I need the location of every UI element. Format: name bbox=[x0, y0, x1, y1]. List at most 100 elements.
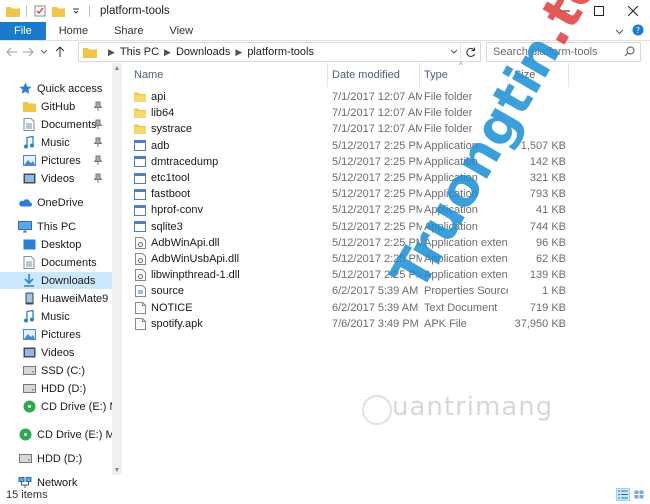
nav-item-downloads[interactable]: Downloads bbox=[0, 272, 112, 289]
videos-icon bbox=[22, 346, 36, 360]
file-row[interactable]: AdbWinUsbApi.dll 5/12/2017 2:25 PM Applica… bbox=[128, 251, 568, 267]
nav-item-music[interactable]: Music bbox=[0, 134, 112, 151]
column-header-name[interactable]: Name bbox=[134, 63, 326, 87]
nav-item-hdd-d[interactable]: HDD (D:) bbox=[0, 380, 112, 397]
nav-item-pc-pictures[interactable]: Pictures bbox=[0, 326, 112, 343]
file-row[interactable]: api 7/1/2017 12:07 AM File folder bbox=[128, 89, 568, 105]
pin-icon[interactable] bbox=[93, 119, 103, 132]
tab-home[interactable]: Home bbox=[46, 22, 101, 40]
customize-toolbar-icon[interactable] bbox=[69, 5, 83, 17]
help-icon[interactable]: ? bbox=[632, 24, 644, 39]
chevron-down-icon[interactable] bbox=[615, 26, 624, 38]
file-date: 5/12/2017 2:25 PM bbox=[332, 253, 422, 265]
breadcrumb-this-pc[interactable]: This PC bbox=[120, 46, 159, 58]
file-size bbox=[512, 121, 566, 137]
folder-icon bbox=[134, 91, 146, 103]
file-row[interactable]: lib64 7/1/2017 12:07 AM File folder bbox=[128, 105, 568, 121]
new-folder-icon[interactable] bbox=[51, 5, 65, 17]
refresh-icon[interactable] bbox=[460, 43, 480, 61]
nav-item-cd-drive[interactable]: CD Drive (E:) My C bbox=[0, 398, 112, 415]
file-row[interactable]: etc1tool 5/12/2017 2:25 PM Application 321 … bbox=[128, 170, 568, 186]
phone-icon bbox=[22, 292, 36, 306]
file-size: 139 KB bbox=[529, 269, 566, 282]
nav-item-pc-videos[interactable]: Videos bbox=[0, 344, 112, 361]
file-row[interactable]: spotify.apk 7/6/2017 3:49 PM APK File 37,95… bbox=[128, 316, 568, 332]
details-view-icon[interactable] bbox=[616, 488, 630, 501]
file-row[interactable]: systrace 7/1/2017 12:07 AM File folder bbox=[128, 121, 568, 137]
nav-item-pc-documents[interactable]: Documents bbox=[0, 254, 112, 271]
nav-item-desktop[interactable]: Desktop bbox=[0, 236, 112, 253]
nav-hdd-d[interactable]: HDD (D:) bbox=[0, 450, 112, 467]
pin-icon[interactable] bbox=[93, 137, 103, 150]
file-type: APK File bbox=[424, 317, 467, 330]
tab-view[interactable]: View bbox=[156, 22, 206, 40]
search-box[interactable] bbox=[486, 42, 641, 62]
file-row[interactable]: NOTICE 6/2/2017 5:39 AM Text Document 719 K… bbox=[128, 300, 568, 316]
maximize-button[interactable] bbox=[582, 0, 616, 22]
pin-icon[interactable] bbox=[93, 155, 103, 168]
file-type: File folder bbox=[424, 91, 473, 103]
file-name: systrace bbox=[151, 123, 192, 136]
file-row[interactable]: AdbWinApi.dll 5/12/2017 2:25 PM Applicatio… bbox=[128, 235, 568, 251]
up-arrow-icon[interactable] bbox=[52, 42, 68, 62]
recent-locations-icon[interactable] bbox=[36, 42, 52, 62]
back-arrow-icon[interactable] bbox=[4, 42, 20, 62]
pin-icon[interactable] bbox=[93, 101, 103, 114]
file-row[interactable]: sqlite3 5/12/2017 2:25 PM Application 744 K… bbox=[128, 219, 568, 235]
file-size: 719 KB bbox=[529, 301, 566, 314]
file-row[interactable]: adb 5/12/2017 2:25 PM Application 1,507 KB bbox=[128, 138, 568, 154]
address-row: ▶ This PC ▶ Downloads ▶ platform-tools bbox=[0, 41, 650, 63]
file-type: Application bbox=[424, 220, 478, 233]
column-header-size[interactable]: Size bbox=[514, 63, 568, 87]
nav-item-ssd-c[interactable]: SSD (C:) bbox=[0, 362, 112, 379]
file-row[interactable]: fastboot 5/12/2017 2:25 PM Application 793 … bbox=[128, 186, 568, 202]
tab-share[interactable]: Share bbox=[101, 22, 156, 40]
nav-quick-access[interactable]: Quick access bbox=[0, 80, 112, 97]
file-name: spotify.apk bbox=[151, 317, 203, 330]
nav-item-pictures[interactable]: Pictures bbox=[0, 152, 112, 169]
column-header-date[interactable]: Date modified bbox=[332, 63, 422, 87]
file-row[interactable]: libwinpthread-1.dll 5/12/2017 2:25 PM Appl… bbox=[128, 267, 568, 283]
search-input[interactable] bbox=[493, 46, 623, 58]
file-date: 5/12/2017 2:25 PM bbox=[332, 204, 422, 217]
drive-icon bbox=[18, 452, 32, 466]
pin-icon[interactable] bbox=[93, 173, 103, 186]
file-name: AdbWinUsbApi.dll bbox=[151, 253, 240, 265]
scroll-up-icon[interactable]: ▲ bbox=[112, 63, 122, 73]
address-dropdown-icon[interactable] bbox=[450, 43, 458, 61]
forward-arrow-icon[interactable] bbox=[20, 42, 36, 62]
minimize-button[interactable] bbox=[548, 0, 582, 22]
nav-item-huaweimate9[interactable]: HuaweiMate9 bbox=[0, 290, 112, 307]
file-size: 37,950 KB bbox=[514, 317, 566, 330]
address-bar[interactable]: ▶ This PC ▶ Downloads ▶ platform-tools bbox=[78, 42, 481, 62]
file-name: NOTICE bbox=[151, 301, 193, 314]
tab-file[interactable]: File bbox=[0, 22, 46, 40]
file-name: AdbWinApi.dll bbox=[151, 236, 220, 249]
nav-scrollbar[interactable]: ▲ ▼ bbox=[112, 63, 122, 475]
nav-item-pc-music[interactable]: Music bbox=[0, 308, 112, 325]
music-icon bbox=[22, 310, 36, 324]
svg-text:?: ? bbox=[636, 26, 640, 35]
column-header-type[interactable]: Type bbox=[424, 63, 508, 87]
breadcrumb-platform-tools[interactable]: platform-tools bbox=[247, 46, 314, 58]
file-row[interactable]: hprof-conv 5/12/2017 2:25 PM Application 41… bbox=[128, 202, 568, 218]
scroll-down-icon[interactable]: ▼ bbox=[112, 465, 122, 475]
nav-item-github[interactable]: GitHub bbox=[0, 98, 112, 115]
folder-icon bbox=[83, 47, 97, 58]
properties-icon[interactable] bbox=[33, 5, 47, 17]
close-button[interactable] bbox=[616, 0, 650, 22]
search-icon[interactable] bbox=[624, 46, 635, 60]
file-row[interactable]: dmtracedump 5/12/2017 2:25 PM Application 1… bbox=[128, 154, 568, 170]
nav-this-pc[interactable]: This PC bbox=[0, 218, 112, 235]
item-count: 15 items bbox=[6, 489, 48, 501]
nav-onedrive[interactable]: OneDrive bbox=[0, 194, 112, 211]
breadcrumb-downloads[interactable]: Downloads bbox=[176, 46, 230, 58]
file-type: Properties Source ... bbox=[424, 285, 508, 298]
file-type: Application bbox=[424, 188, 478, 201]
nav-cd-drive[interactable]: CD Drive (E:) My Co bbox=[0, 426, 112, 443]
folder-icon bbox=[134, 107, 146, 119]
nav-item-documents[interactable]: Documents bbox=[0, 116, 112, 133]
nav-item-videos[interactable]: Videos bbox=[0, 170, 112, 187]
file-row[interactable]: source 6/2/2017 5:39 AM Properties Source … bbox=[128, 283, 568, 299]
large-icons-view-icon[interactable] bbox=[632, 488, 646, 501]
